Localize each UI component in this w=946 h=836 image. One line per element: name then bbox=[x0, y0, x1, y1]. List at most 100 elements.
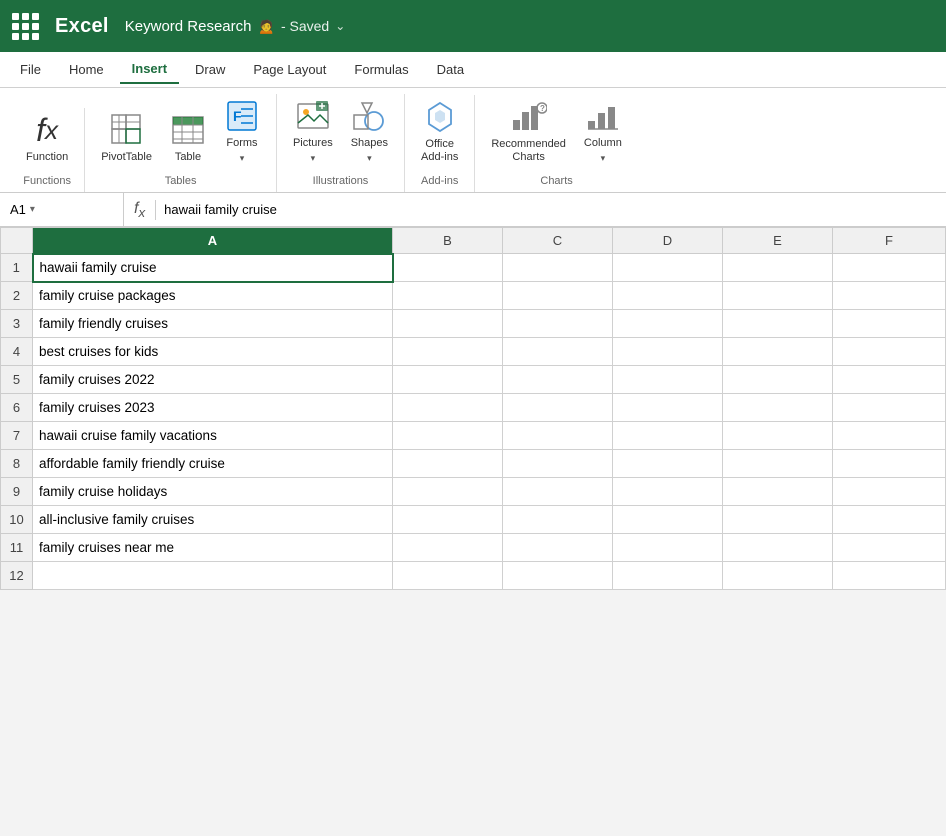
cell-C9[interactable] bbox=[503, 478, 613, 506]
row-header-3[interactable]: 3 bbox=[1, 310, 33, 338]
table-button[interactable]: Table bbox=[164, 108, 212, 168]
cell-E9[interactable] bbox=[723, 478, 833, 506]
col-header-C[interactable]: C bbox=[503, 228, 613, 254]
row-header-10[interactable]: 10 bbox=[1, 506, 33, 534]
cell-D6[interactable] bbox=[613, 394, 723, 422]
cell-A7[interactable]: hawaii cruise family vacations bbox=[33, 422, 393, 450]
cell-C2[interactable] bbox=[503, 282, 613, 310]
cell-F1[interactable] bbox=[833, 254, 946, 282]
cell-A8[interactable]: affordable family friendly cruise bbox=[33, 450, 393, 478]
cell-C12[interactable] bbox=[503, 562, 613, 590]
cell-B1[interactable] bbox=[393, 254, 503, 282]
dropdown-arrow-icon[interactable]: ⌄ bbox=[335, 19, 345, 33]
cell-A12[interactable] bbox=[33, 562, 393, 590]
formula-input[interactable] bbox=[156, 202, 942, 217]
cell-F8[interactable] bbox=[833, 450, 946, 478]
row-header-7[interactable]: 7 bbox=[1, 422, 33, 450]
col-header-E[interactable]: E bbox=[723, 228, 833, 254]
row-header-11[interactable]: 11 bbox=[1, 534, 33, 562]
cell-D7[interactable] bbox=[613, 422, 723, 450]
cell-E5[interactable] bbox=[723, 366, 833, 394]
cell-E3[interactable] bbox=[723, 310, 833, 338]
menu-home[interactable]: Home bbox=[57, 56, 116, 83]
menu-insert[interactable]: Insert bbox=[120, 55, 179, 84]
cell-A3[interactable]: family friendly cruises bbox=[33, 310, 393, 338]
cell-D5[interactable] bbox=[613, 366, 723, 394]
cell-C3[interactable] bbox=[503, 310, 613, 338]
cell-A6[interactable]: family cruises 2023 bbox=[33, 394, 393, 422]
cell-D8[interactable] bbox=[613, 450, 723, 478]
col-header-D[interactable]: D bbox=[613, 228, 723, 254]
cell-C8[interactable] bbox=[503, 450, 613, 478]
pivottable-button[interactable]: PivotTable bbox=[95, 108, 158, 168]
cell-C7[interactable] bbox=[503, 422, 613, 450]
cell-C1[interactable] bbox=[503, 254, 613, 282]
cell-B11[interactable] bbox=[393, 534, 503, 562]
cell-B12[interactable] bbox=[393, 562, 503, 590]
cell-D1[interactable] bbox=[613, 254, 723, 282]
app-grid-icon[interactable] bbox=[12, 13, 39, 40]
cell-B2[interactable] bbox=[393, 282, 503, 310]
cell-C5[interactable] bbox=[503, 366, 613, 394]
cell-D4[interactable] bbox=[613, 338, 723, 366]
row-header-8[interactable]: 8 bbox=[1, 450, 33, 478]
cell-F7[interactable] bbox=[833, 422, 946, 450]
cell-B5[interactable] bbox=[393, 366, 503, 394]
cell-A9[interactable]: family cruise holidays bbox=[33, 478, 393, 506]
cell-F6[interactable] bbox=[833, 394, 946, 422]
cell-E4[interactable] bbox=[723, 338, 833, 366]
cell-A11[interactable]: family cruises near me bbox=[33, 534, 393, 562]
cell-C4[interactable] bbox=[503, 338, 613, 366]
shapes-button[interactable]: Shapes ▾ bbox=[345, 94, 394, 168]
row-header-6[interactable]: 6 bbox=[1, 394, 33, 422]
cell-A4[interactable]: best cruises for kids bbox=[33, 338, 393, 366]
row-header-1[interactable]: 1 bbox=[1, 254, 33, 282]
menu-file[interactable]: File bbox=[8, 56, 53, 83]
cell-D10[interactable] bbox=[613, 506, 723, 534]
row-header-2[interactable]: 2 bbox=[1, 282, 33, 310]
cell-D3[interactable] bbox=[613, 310, 723, 338]
row-header-5[interactable]: 5 bbox=[1, 366, 33, 394]
cell-E11[interactable] bbox=[723, 534, 833, 562]
cell-F9[interactable] bbox=[833, 478, 946, 506]
cell-B9[interactable] bbox=[393, 478, 503, 506]
cell-ref-box[interactable]: A1 ▾ bbox=[4, 193, 124, 226]
cell-D2[interactable] bbox=[613, 282, 723, 310]
cell-B3[interactable] bbox=[393, 310, 503, 338]
cell-D12[interactable] bbox=[613, 562, 723, 590]
cell-D11[interactable] bbox=[613, 534, 723, 562]
function-button[interactable]: fx Function bbox=[20, 108, 74, 168]
menu-page-layout[interactable]: Page Layout bbox=[241, 56, 338, 83]
menu-formulas[interactable]: Formulas bbox=[342, 56, 420, 83]
cell-B8[interactable] bbox=[393, 450, 503, 478]
cell-F11[interactable] bbox=[833, 534, 946, 562]
cell-F5[interactable] bbox=[833, 366, 946, 394]
cell-A2[interactable]: family cruise packages bbox=[33, 282, 393, 310]
cell-A5[interactable]: family cruises 2022 bbox=[33, 366, 393, 394]
cell-B4[interactable] bbox=[393, 338, 503, 366]
cell-B7[interactable] bbox=[393, 422, 503, 450]
cell-F3[interactable] bbox=[833, 310, 946, 338]
row-header-12[interactable]: 12 bbox=[1, 562, 33, 590]
cell-F10[interactable] bbox=[833, 506, 946, 534]
cell-E1[interactable] bbox=[723, 254, 833, 282]
col-header-B[interactable]: B bbox=[393, 228, 503, 254]
col-header-A[interactable]: A bbox=[33, 228, 393, 254]
cell-F4[interactable] bbox=[833, 338, 946, 366]
recommended-charts-button[interactable]: ? RecommendedCharts bbox=[485, 95, 572, 168]
menu-data[interactable]: Data bbox=[425, 56, 476, 83]
cell-F12[interactable] bbox=[833, 562, 946, 590]
forms-button[interactable]: F Forms ▾ bbox=[218, 94, 266, 168]
cell-E10[interactable] bbox=[723, 506, 833, 534]
cell-E7[interactable] bbox=[723, 422, 833, 450]
office-addins-button[interactable]: OfficeAdd-ins bbox=[415, 95, 464, 168]
cell-E2[interactable] bbox=[723, 282, 833, 310]
menu-draw[interactable]: Draw bbox=[183, 56, 237, 83]
cell-B6[interactable] bbox=[393, 394, 503, 422]
col-header-F[interactable]: F bbox=[833, 228, 946, 254]
row-header-9[interactable]: 9 bbox=[1, 478, 33, 506]
cell-C10[interactable] bbox=[503, 506, 613, 534]
cell-C6[interactable] bbox=[503, 394, 613, 422]
cell-A1[interactable]: hawaii family cruise bbox=[33, 254, 393, 282]
cell-C11[interactable] bbox=[503, 534, 613, 562]
